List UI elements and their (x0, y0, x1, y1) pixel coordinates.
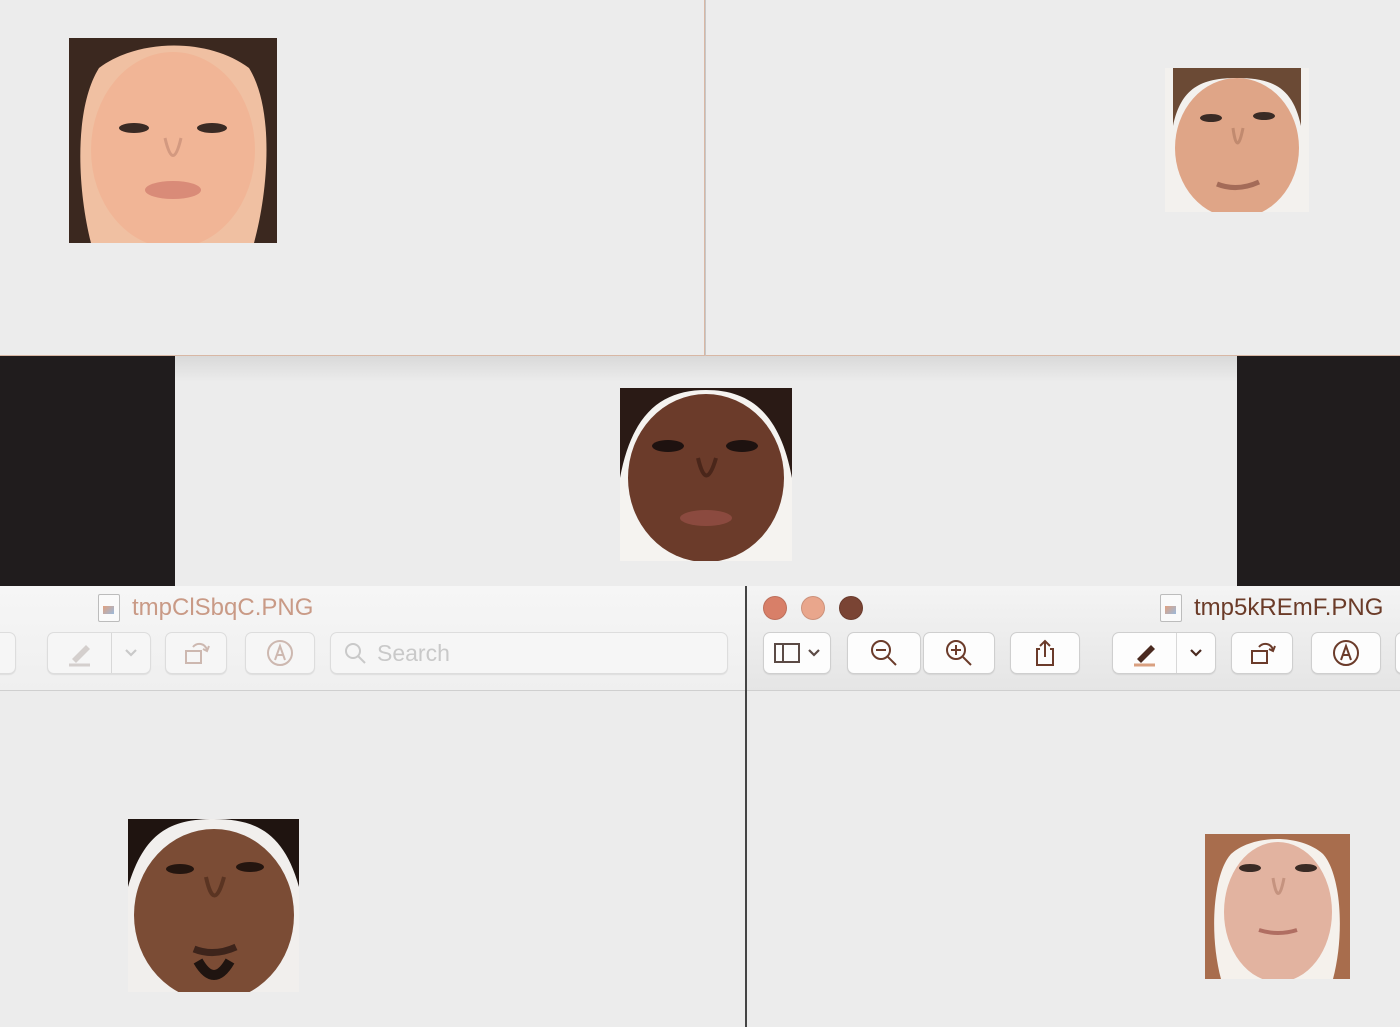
search-placeholder: Search (377, 639, 450, 666)
markup-circle-icon (1333, 640, 1359, 666)
window-top-left-content (0, 0, 705, 356)
search-field[interactable]: Search (330, 632, 728, 674)
window-controls (763, 596, 863, 620)
annotate-button[interactable] (1311, 632, 1381, 674)
sidebar-toggle-button[interactable] (0, 632, 16, 674)
markup-pen-button[interactable] (1113, 633, 1176, 673)
search-icon (345, 643, 366, 664)
window-title-text: tmp5kREmF.PNG (1194, 594, 1384, 621)
markup-button-group (47, 632, 151, 674)
window-title: tmpClSbqC.PNG (98, 592, 313, 624)
rotate-button[interactable] (165, 632, 227, 674)
toolbar: Search (0, 632, 745, 676)
pen-icon (68, 645, 90, 667)
face-photo-black-woman (620, 388, 792, 561)
face-photo-man-beard (128, 819, 299, 992)
markup-dropdown-button[interactable] (111, 633, 150, 673)
sidebar-toggle-button[interactable] (763, 632, 831, 674)
preview-window-bottom-right: tmp5kREmF.PNG (745, 586, 1400, 1027)
sidebar-icon (774, 643, 800, 663)
document-icon (98, 594, 120, 622)
rotate-icon (1251, 642, 1276, 664)
pen-icon (1133, 645, 1155, 667)
markup-circle-icon (267, 640, 293, 666)
markup-button-group (1112, 632, 1216, 674)
zoom-in-icon (946, 640, 972, 666)
annotate-button[interactable] (245, 632, 315, 674)
rotate-button[interactable] (1231, 632, 1293, 674)
share-button[interactable] (1010, 632, 1080, 674)
rotate-icon (185, 642, 210, 664)
face-photo-man-light-hair (1165, 68, 1309, 212)
face-photo-woman-light-hair (1205, 834, 1350, 979)
zoom-button[interactable] (839, 596, 863, 620)
share-icon (1036, 639, 1054, 666)
toolbar (747, 632, 1400, 676)
chevron-down-icon (808, 649, 820, 657)
title-bar[interactable]: tmpClSbqC.PNG Search (0, 586, 745, 691)
zoom-out-button[interactable] (847, 632, 921, 674)
preview-window-bottom-left: tmpClSbqC.PNG Search (0, 586, 745, 1027)
window-title: tmp5kREmF.PNG (1160, 592, 1383, 624)
overflow-button[interactable] (1395, 632, 1400, 674)
chevron-down-icon (125, 649, 137, 657)
middle-preview-content (175, 356, 1237, 586)
window-title-text: tmpClSbqC.PNG (132, 594, 314, 621)
chevron-down-icon (1190, 649, 1202, 657)
markup-dropdown-button[interactable] (1176, 633, 1215, 673)
title-bar[interactable]: tmp5kREmF.PNG (747, 586, 1400, 691)
face-photo-asian-woman (69, 38, 277, 243)
zoom-out-icon (871, 640, 897, 666)
markup-pen-button[interactable] (48, 633, 111, 673)
close-button[interactable] (763, 596, 787, 620)
minimize-button[interactable] (801, 596, 825, 620)
document-icon (1160, 594, 1182, 622)
window-middle-preview (0, 356, 1400, 586)
window-top-right-content (705, 0, 1400, 356)
zoom-in-button[interactable] (923, 632, 995, 674)
